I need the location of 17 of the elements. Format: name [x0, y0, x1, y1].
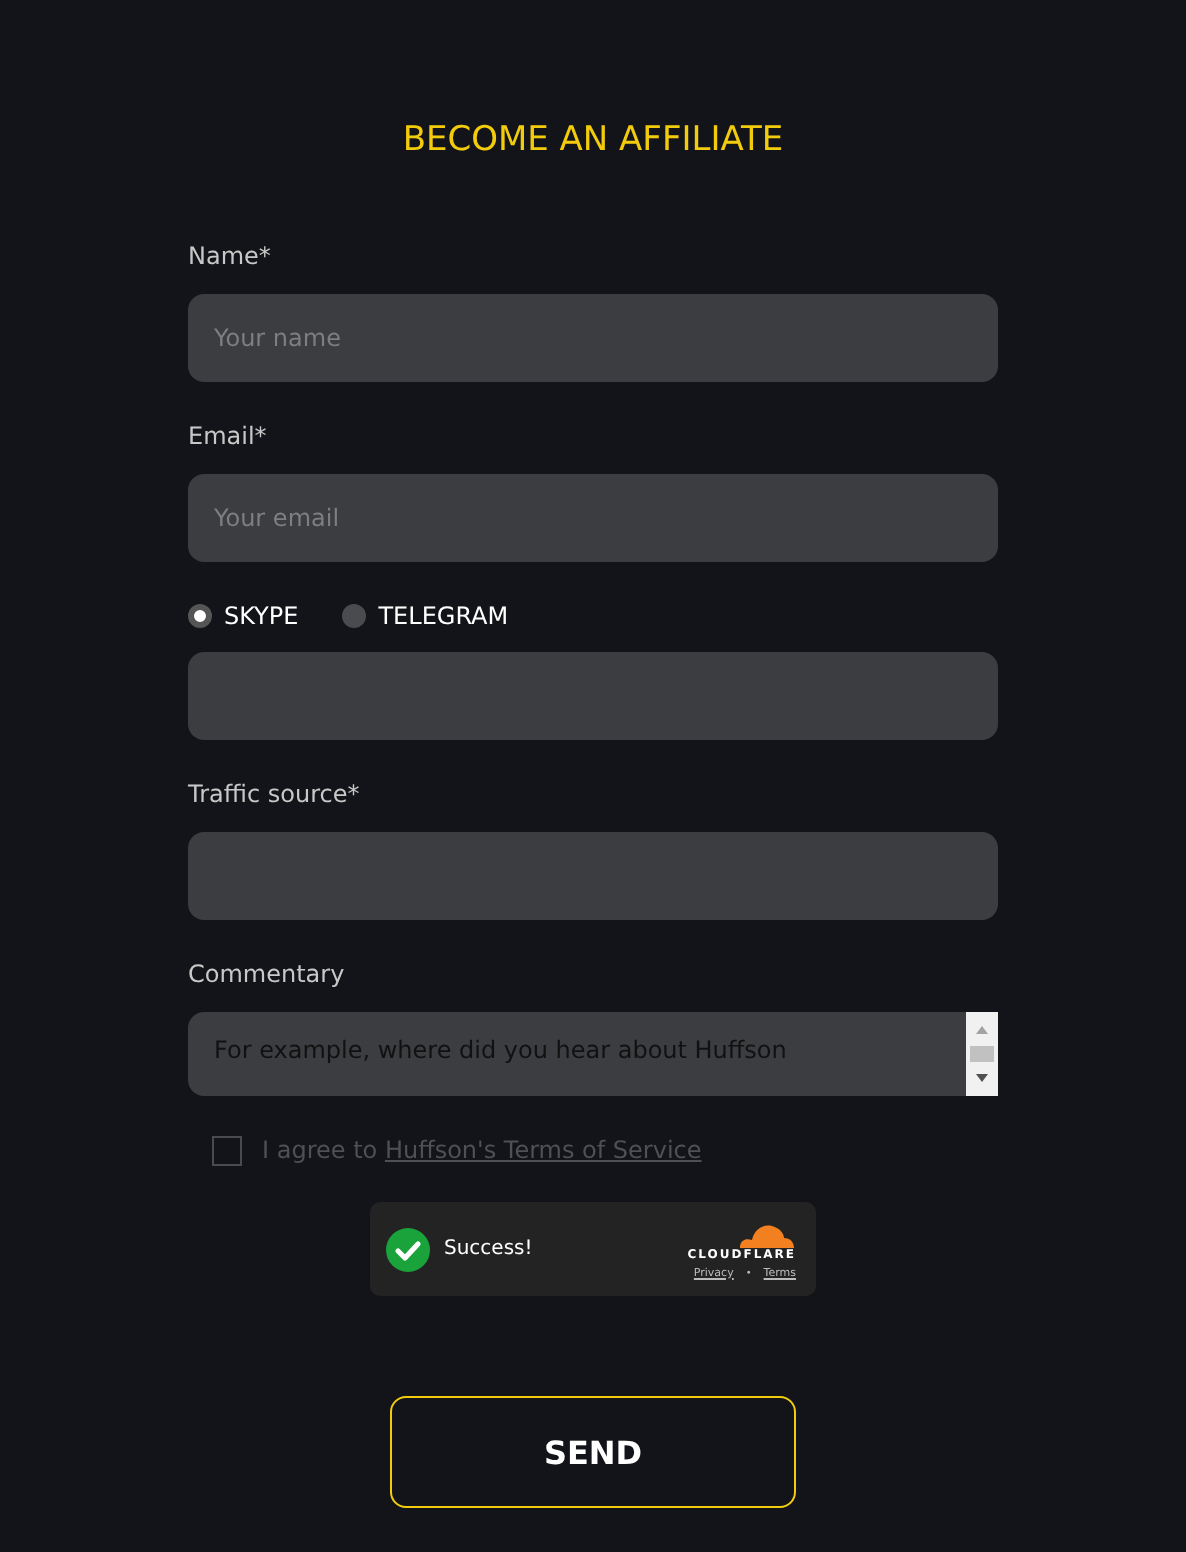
input-field[interactable]: Your email: [188, 474, 998, 562]
field-label: Email*: [188, 420, 269, 452]
input-field[interactable]: Your name: [188, 294, 998, 382]
input-field[interactable]: [188, 832, 998, 920]
form-title: BECOME AN AFFILIATE: [400, 118, 786, 164]
captcha-status: Success!: [444, 1238, 533, 1260]
field-label: Commentary: [188, 958, 347, 990]
radio-option[interactable]: SKYPE: [188, 602, 299, 630]
checkbox[interactable]: [212, 1135, 242, 1165]
agreement-text: I agree to Huffson's Terms of Service: [262, 1136, 702, 1164]
field-label: Name*: [188, 240, 273, 272]
input-field[interactable]: [188, 652, 998, 740]
check-icon: [386, 1227, 430, 1271]
field-label: Traffic source*: [188, 778, 362, 810]
scrollbar-icon[interactable]: [966, 1012, 998, 1096]
radio-option[interactable]: TELEGRAM: [342, 602, 509, 630]
send-button[interactable]: SEND: [390, 1396, 796, 1508]
